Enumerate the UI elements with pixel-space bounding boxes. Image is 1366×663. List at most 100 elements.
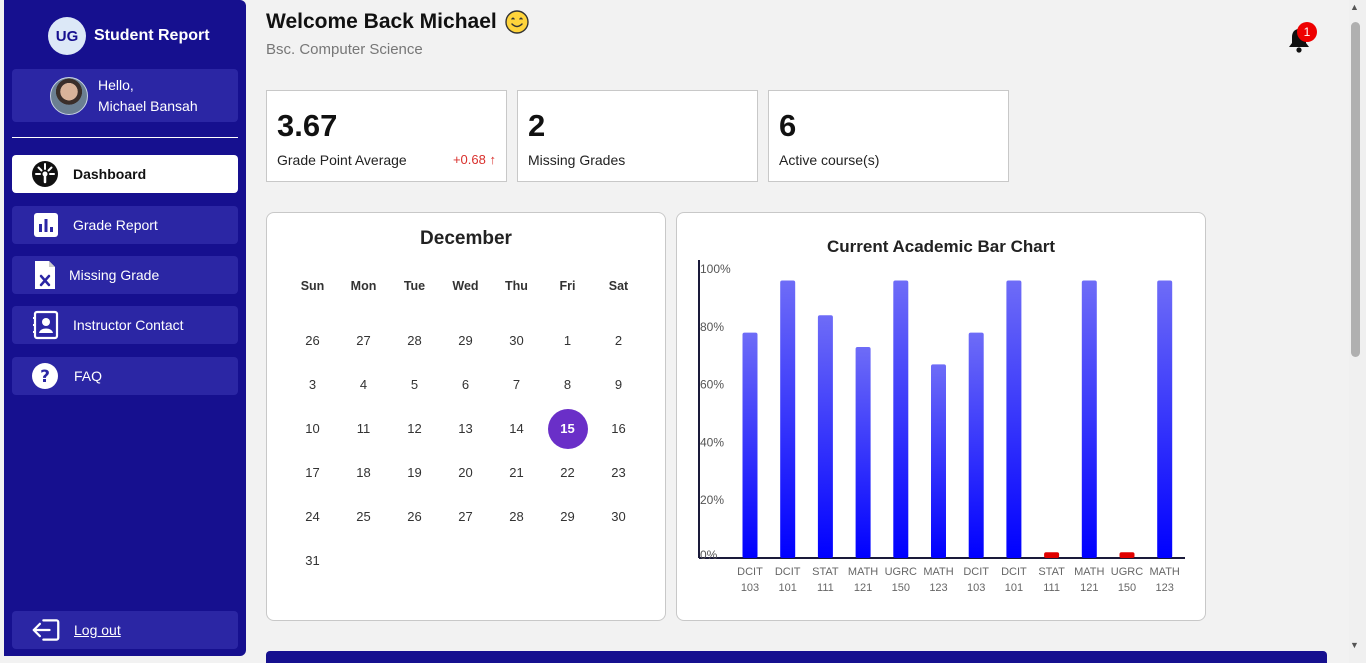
- calendar-day[interactable]: 25: [338, 497, 389, 537]
- x-tick-label: 121: [854, 582, 872, 594]
- stat-value: 6: [779, 108, 797, 143]
- x-tick-label: DCIT: [1001, 566, 1027, 578]
- scrollbar-thumb[interactable]: [1351, 22, 1360, 357]
- gauge-icon: [31, 160, 59, 188]
- calendar-day[interactable]: 17: [287, 453, 338, 493]
- bar: [1006, 280, 1022, 558]
- calendar-day[interactable]: 13: [440, 409, 491, 449]
- calendar-day[interactable]: 21: [491, 453, 542, 493]
- calendar-day[interactable]: 27: [440, 497, 491, 537]
- calendar-day[interactable]: 23: [593, 453, 644, 493]
- calendar-day[interactable]: 1: [542, 321, 593, 361]
- sidebar-item-label: Dashboard: [73, 166, 147, 182]
- chart-card: Current Academic Bar Chart 0% 20% 40% 60% 80…: [676, 212, 1206, 621]
- sidebar-item-label: Instructor Contact: [73, 317, 184, 333]
- calendar-day[interactable]: 3: [287, 365, 338, 405]
- bar-chart-icon: [32, 211, 60, 239]
- user-card[interactable]: Hello, Michael Bansah: [12, 69, 238, 122]
- bar: [1081, 280, 1097, 558]
- calendar-day[interactable]: 6: [440, 365, 491, 405]
- calendar-day[interactable]: 30: [593, 497, 644, 537]
- calendar-day[interactable]: 31: [287, 541, 338, 581]
- calendar-day[interactable]: 12: [389, 409, 440, 449]
- sidebar-item-faq[interactable]: ? FAQ: [12, 357, 238, 395]
- calendar-day[interactable]: 7: [491, 365, 542, 405]
- sidebar-item-grade-report[interactable]: Grade Report: [12, 206, 238, 244]
- calendar-day[interactable]: 24: [287, 497, 338, 537]
- calendar-empty-cell: [389, 541, 440, 581]
- scroll-down-icon[interactable]: ▼: [1350, 640, 1359, 650]
- calendar-day[interactable]: 28: [491, 497, 542, 537]
- calendar-month: December: [420, 228, 512, 249]
- calendar-day[interactable]: 11: [338, 409, 389, 449]
- calendar-day[interactable]: 30: [491, 321, 542, 361]
- calendar-day[interactable]: 5: [389, 365, 440, 405]
- stat-card-active-courses: 6 Active course(s): [768, 90, 1009, 182]
- calendar-weekdays: Sun Mon Tue Wed Thu Fri Sat: [287, 279, 644, 299]
- calendar-day[interactable]: 9: [593, 365, 644, 405]
- x-tick-label: 121: [1080, 582, 1098, 594]
- x-tick-label: 150: [892, 582, 910, 594]
- calendar-empty-cell: [440, 541, 491, 581]
- weekday-label: Sat: [608, 279, 629, 293]
- question-icon: ?: [31, 362, 59, 390]
- calendar-day[interactable]: 20: [440, 453, 491, 493]
- x-tick-label: 101: [1005, 582, 1023, 594]
- x-tick-label: 123: [929, 582, 947, 594]
- calendar-empty-cell: [338, 541, 389, 581]
- calendar-week: 24 25 26 27 28 29 30: [287, 495, 644, 539]
- arrow-up-icon: ↑: [489, 152, 497, 167]
- logout-label: Log out: [74, 622, 121, 638]
- sidebar-item-label: FAQ: [74, 368, 103, 384]
- calendar-day[interactable]: 4: [338, 365, 389, 405]
- logout-icon: [32, 616, 60, 644]
- sidebar-item-label: Missing Grade: [69, 267, 160, 283]
- calendar-day[interactable]: 19: [389, 453, 440, 493]
- user-greeting: Hello, Michael Bansah: [98, 75, 198, 117]
- calendar-day[interactable]: 28: [389, 321, 440, 361]
- sidebar-item-dashboard[interactable]: Dashboard: [12, 155, 238, 193]
- calendar-day[interactable]: 22: [542, 453, 593, 493]
- x-tick-label: 150: [1118, 582, 1136, 594]
- x-tick-label: 123: [1156, 582, 1174, 594]
- y-tick-label: 0%: [700, 548, 718, 562]
- calendar-day[interactable]: 2: [593, 321, 644, 361]
- calendar-day[interactable]: 26: [389, 497, 440, 537]
- calendar-day[interactable]: 10: [287, 409, 338, 449]
- calendar-day[interactable]: 15: [547, 409, 588, 449]
- x-tick-label: 103: [741, 582, 759, 594]
- weekday-label: Wed: [452, 279, 479, 293]
- calendar-grid: Sun Mon Tue Wed Thu Fri Sat 26 27 28 29 30 1 2 3 4 5 6 7 8…: [287, 279, 644, 583]
- stat-card-missing-grades: 2 Missing Grades: [517, 90, 758, 182]
- sidebar-item-instructor-contact[interactable]: Instructor Contact: [12, 306, 238, 344]
- avatar: [50, 76, 88, 115]
- sidebar-item-missing-grade[interactable]: Missing Grade: [12, 256, 238, 294]
- calendar-day[interactable]: 27: [338, 321, 389, 361]
- weekday-label: Sun: [300, 279, 325, 293]
- calendar-week: 31: [287, 539, 644, 583]
- logout-button[interactable]: Log out: [12, 611, 238, 649]
- x-tick-label: UGRC: [1111, 566, 1143, 578]
- brand-title: Student Report: [94, 27, 210, 44]
- calendar-day[interactable]: 8: [542, 365, 593, 405]
- x-tick-label: DCIT: [775, 566, 801, 578]
- calendar-day[interactable]: 18: [338, 453, 389, 493]
- x-tick-label: 103: [967, 582, 985, 594]
- weekday-label: Tue: [403, 279, 426, 293]
- bar: [893, 280, 909, 558]
- calendar: December Sun Mon Tue Wed Thu Fri Sat 26 27 28 29 3…: [266, 212, 666, 621]
- calendar-day[interactable]: 29: [440, 321, 491, 361]
- calendar-day[interactable]: 14: [491, 409, 542, 449]
- y-tick-label: 40%: [700, 435, 724, 449]
- sidebar: UG Student Report Hello, Michael Bansah …: [4, 0, 246, 656]
- scroll-up-icon[interactable]: ▲: [1350, 2, 1359, 12]
- greeting-text: Hello,: [98, 76, 134, 93]
- weekday-label: Mon: [350, 279, 377, 293]
- calendar-day[interactable]: 26: [287, 321, 338, 361]
- x-tick-label: 111: [817, 582, 834, 594]
- bar: [1119, 552, 1135, 558]
- calendar-day[interactable]: 29: [542, 497, 593, 537]
- calendar-day[interactable]: 16: [593, 409, 644, 449]
- calendar-empty-cell: [542, 541, 593, 581]
- weekday-label: Thu: [505, 279, 528, 293]
